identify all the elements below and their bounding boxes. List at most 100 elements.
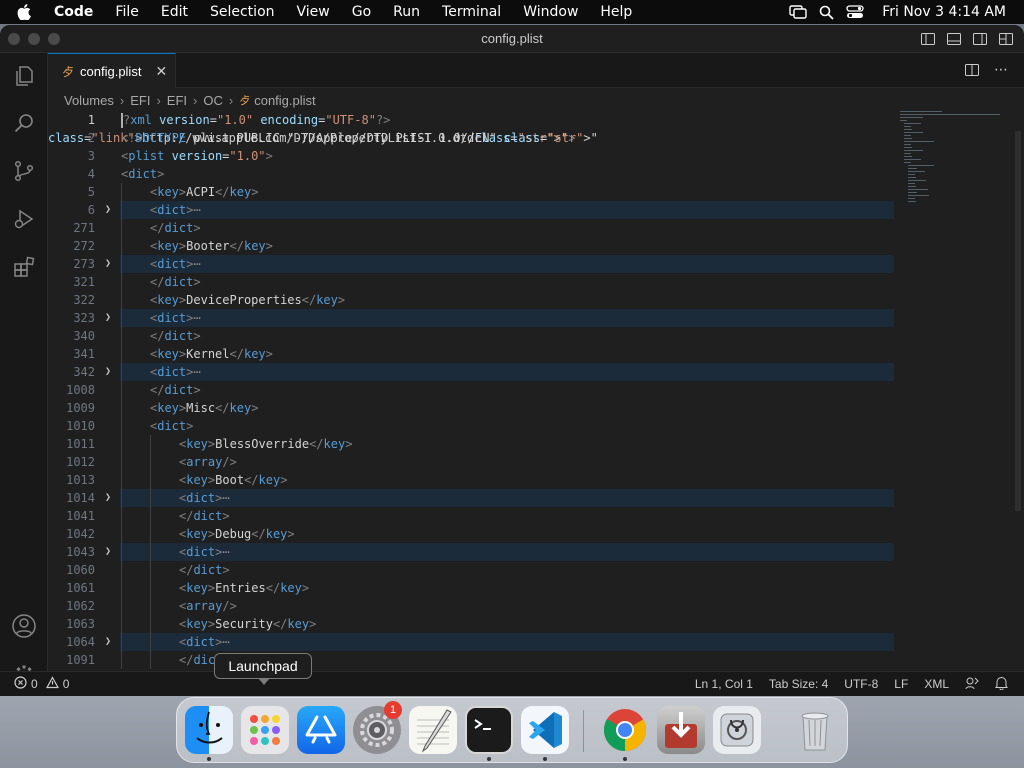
folded-ellipsis[interactable]: ⋯ (222, 635, 229, 649)
line-number[interactable]: 1009 (48, 399, 95, 417)
code-line[interactable]: 1042 <key>Debug</key> (48, 525, 894, 543)
folded-ellipsis[interactable]: ⋯ (222, 491, 229, 505)
code-line[interactable]: 4 <dict> (48, 165, 894, 183)
menu-terminal[interactable]: Terminal (431, 4, 512, 20)
terminal-icon[interactable] (465, 706, 513, 754)
chevron-right-icon[interactable]: ❯ (105, 543, 111, 561)
notifications-bell-icon[interactable] (995, 676, 1008, 693)
end-of-line[interactable]: LF (894, 677, 908, 691)
line-number[interactable]: 5 (48, 183, 95, 201)
breadcrumb-efi-2[interactable]: EFI (167, 93, 187, 108)
code-line[interactable]: 1041 </dict> (48, 507, 894, 525)
code-line[interactable]: 340 </dict> (48, 327, 894, 345)
chevron-right-icon[interactable]: ❯ (105, 633, 111, 651)
chrome-icon[interactable] (601, 706, 649, 754)
close-tab-icon[interactable]: ✕ (155, 63, 167, 80)
apple-icon[interactable] (17, 4, 39, 20)
tab-size[interactable]: Tab Size: 4 (769, 677, 828, 691)
folded-ellipsis[interactable]: ⋯ (193, 311, 200, 325)
code-line[interactable]: 6 ❯ <dict>⋯ (48, 201, 894, 219)
code-line[interactable]: 1011 <key>BlessOverride</key> (48, 435, 894, 453)
scrollbar-thumb[interactable] (1015, 131, 1021, 511)
code-line[interactable]: 1012 <array/> (48, 453, 894, 471)
line-number[interactable]: 1013 (48, 471, 95, 489)
finder-icon[interactable] (185, 706, 233, 754)
code-editor[interactable]: 1 ?xml version="1.0" encoding="UTF-8"?> 2 <… (48, 111, 894, 671)
code-line[interactable]: 272 <key>Booter</key> (48, 237, 894, 255)
line-number[interactable]: 321 (48, 273, 95, 291)
code-line[interactable]: 2 <!DOCTYPE plist PUBLIC "-//Apple//DTD P… (48, 129, 894, 147)
accounts-icon[interactable] (11, 613, 37, 639)
line-number[interactable]: 1041 (48, 507, 95, 525)
chevron-right-icon[interactable]: ❯ (105, 255, 111, 273)
line-number[interactable]: 1042 (48, 525, 95, 543)
code-line[interactable]: 1091</dict> (48, 651, 894, 669)
menu-run[interactable]: Run (382, 4, 431, 20)
line-number[interactable]: 1062 (48, 597, 95, 615)
spotlight-search-icon[interactable] (819, 5, 834, 20)
search-icon[interactable] (11, 110, 37, 136)
file-encoding[interactable]: UTF-8 (844, 677, 878, 691)
trash-icon[interactable] (791, 706, 839, 754)
app-store-icon[interactable] (297, 706, 345, 754)
menu-file[interactable]: File (104, 4, 149, 20)
line-number[interactable]: 271 (48, 219, 95, 237)
installer-icon[interactable] (657, 706, 705, 754)
menu-edit[interactable]: Edit (150, 4, 199, 20)
toggle-primary-sidebar-icon[interactable] (920, 31, 936, 47)
language-mode[interactable]: XML (924, 677, 949, 691)
line-number[interactable]: 322 (48, 291, 95, 309)
line-number[interactable]: 342 (48, 363, 95, 381)
launchpad-icon[interactable] (241, 706, 289, 754)
line-number[interactable]: 1008 (48, 381, 95, 399)
chevron-right-icon[interactable]: ❯ (105, 363, 111, 381)
line-number[interactable]: 1012 (48, 453, 95, 471)
code-line[interactable]: 1009 <key>Misc</key> (48, 399, 894, 417)
line-number[interactable]: 3 (48, 147, 95, 165)
code-line[interactable]: 1064 ❯ <dict>⋯ (48, 633, 894, 651)
code-line[interactable]: 323 ❯ <dict>⋯ (48, 309, 894, 327)
textedit-icon[interactable] (409, 706, 457, 754)
line-number[interactable]: 1061 (48, 579, 95, 597)
chevron-right-icon[interactable]: ❯ (105, 201, 111, 219)
problems-indicator[interactable]: 0 0 (0, 676, 69, 692)
line-number[interactable]: 340 (48, 327, 95, 345)
line-number[interactable]: 341 (48, 345, 95, 363)
chevron-right-icon[interactable]: ❯ (105, 489, 111, 507)
line-number[interactable]: 1064 (48, 633, 95, 651)
line-number[interactable]: 323 (48, 309, 95, 327)
source-control-icon[interactable] (11, 158, 37, 184)
line-number[interactable]: 1043 (48, 543, 95, 561)
code-line[interactable]: 1008 </dict> (48, 381, 894, 399)
menu-go[interactable]: Go (341, 4, 382, 20)
toggle-secondary-sidebar-icon[interactable] (972, 31, 988, 47)
line-number[interactable]: 272 (48, 237, 95, 255)
screen-mirroring-icon[interactable] (789, 5, 807, 19)
minimap[interactable] (900, 111, 1012, 211)
folded-ellipsis[interactable]: ⋯ (222, 545, 229, 559)
tab-config-plist[interactable]: ⺞ config.plist ✕ (48, 53, 176, 88)
feedback-icon[interactable] (965, 676, 979, 693)
code-line[interactable]: 322 <key>DeviceProperties</key> (48, 291, 894, 309)
code-line[interactable]: 5 <key>ACPI</key> (48, 183, 894, 201)
menu-help[interactable]: Help (589, 4, 643, 20)
folded-ellipsis[interactable]: ⋯ (193, 203, 200, 217)
line-number[interactable]: 1011 (48, 435, 95, 453)
folded-ellipsis[interactable]: ⋯ (193, 365, 200, 379)
split-editor-icon[interactable] (964, 62, 980, 83)
menu-clock[interactable]: Fri Nov 3 4:14 AM (882, 4, 1006, 20)
customize-layout-icon[interactable] (998, 31, 1014, 47)
chevron-right-icon[interactable]: ❯ (105, 309, 111, 327)
line-number[interactable]: 1060 (48, 561, 95, 579)
menu-window[interactable]: Window (512, 4, 589, 20)
line-number[interactable]: 1 (48, 111, 95, 129)
menu-selection[interactable]: Selection (199, 4, 286, 20)
control-center-icon[interactable] (846, 5, 864, 19)
line-number[interactable]: 6 (48, 201, 95, 219)
code-line[interactable]: 1060 </dict> (48, 561, 894, 579)
code-line[interactable]: 1010 <dict> (48, 417, 894, 435)
code-line[interactable]: 342 ❯ <dict>⋯ (48, 363, 894, 381)
code-line[interactable]: 341 <key>Kernel</key> (48, 345, 894, 363)
breadcrumb-efi[interactable]: EFI (130, 93, 150, 108)
code-line[interactable]: 1014 ❯ <dict>⋯ (48, 489, 894, 507)
